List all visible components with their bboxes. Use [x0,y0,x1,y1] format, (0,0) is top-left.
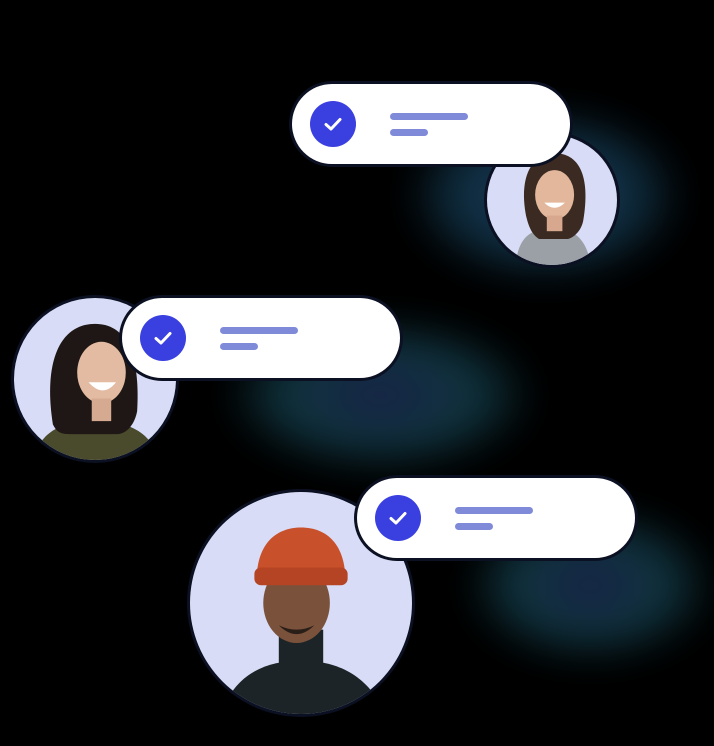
check-circle-icon [310,101,356,147]
checkmark-icon [154,332,172,345]
placeholder-line [455,506,533,514]
avatar-beanie-cuff [254,567,348,586]
verified-card [292,84,570,164]
avatar-neck [546,215,563,232]
placeholder-line [220,326,298,334]
placeholder-line [455,522,493,530]
avatar-face [535,170,575,220]
placeholder-line [220,342,258,350]
text-placeholder [390,112,468,136]
checkmark-icon [324,118,342,131]
check-circle-icon [375,495,421,541]
placeholder-line [390,128,428,136]
verified-card [357,478,635,558]
verified-card [122,298,400,378]
text-placeholder [220,326,298,350]
avatar-face [77,341,126,404]
checkmark-icon [389,512,407,525]
check-circle-icon [140,315,186,361]
placeholder-line [390,112,468,120]
text-placeholder [455,506,533,530]
illustration-stage [0,0,714,746]
avatar-neck [91,398,112,422]
